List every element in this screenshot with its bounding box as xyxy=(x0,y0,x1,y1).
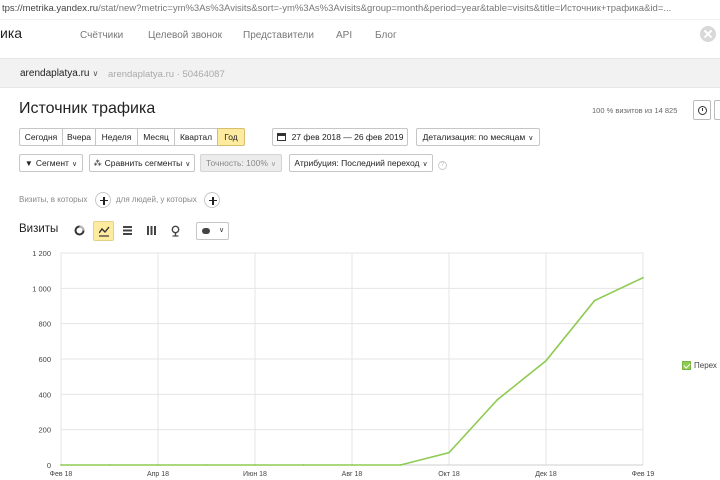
top-navigation: ика Счётчики Целевой звонок Представител… xyxy=(0,22,720,50)
legend-series-label: Перех xyxy=(694,361,717,370)
url-host: tps://metrika.yandex.ru xyxy=(2,3,99,14)
nav-item-representatives[interactable]: Представители xyxy=(243,30,314,41)
visits-chart: 0 200 400 600 800 1 000 1 200 Фев 18 Апр 18 Июн 1… xyxy=(32,249,655,478)
pie-chart-icon[interactable] xyxy=(69,221,90,241)
history-button[interactable] xyxy=(693,100,711,120)
filter-icon: ▼ xyxy=(24,159,33,168)
add-visit-filter-plus-icon[interactable] xyxy=(95,192,111,208)
attribution-label: Атрибуция: Последний переход xyxy=(294,158,420,168)
compare-segments-button[interactable]: ⁂ Сравнить сегменты ∨ xyxy=(89,154,195,172)
chart-legend[interactable]: Перех xyxy=(682,361,717,370)
data-point xyxy=(448,451,450,454)
clock-icon xyxy=(698,106,707,115)
data-point xyxy=(254,464,256,466)
date-range-label: 27 фев 2018 — 26 фев 2019 xyxy=(291,132,404,142)
detail-dropdown[interactable]: Детализация: по месяцам ∨ xyxy=(416,128,540,146)
sampling-note: 100 % визитов из 14 825 xyxy=(592,106,678,115)
nav-item-counters[interactable]: Счётчики xyxy=(80,30,123,41)
period-button-2[interactable]: Неделя xyxy=(95,128,138,146)
line-chart-icon[interactable] xyxy=(93,221,114,241)
y-tick-label: 600 xyxy=(38,355,51,364)
date-range-button[interactable]: 27 фев 2018 — 26 фев 2019 xyxy=(272,128,408,146)
address-bar[interactable]: tps://metrika.yandex.ru/stat/new?metric=… xyxy=(0,0,720,20)
site-bar: arendaplatya.ru ∨ arendaplatya.ru · 50464… xyxy=(0,58,720,88)
x-tick-label: Апр 18 xyxy=(147,471,169,478)
x-tick-label: Дек 18 xyxy=(535,471,557,478)
y-tick-label: 1 000 xyxy=(32,284,51,293)
y-tick-label: 1 200 xyxy=(32,249,51,258)
y-tick-label: 400 xyxy=(38,390,51,399)
chevron-down-icon: ∨ xyxy=(92,69,99,78)
x-tick-label: Июн 18 xyxy=(243,471,267,478)
chart-section-title: Визиты xyxy=(19,223,59,235)
chevron-down-icon: ∨ xyxy=(270,161,277,168)
site-selector[interactable]: arendaplatya.ru ∨ xyxy=(20,68,98,79)
accuracy-label: Точность: 100% xyxy=(205,158,268,168)
period-button-3[interactable]: Месяц xyxy=(137,128,175,146)
segment-button[interactable]: ▼ Сегмент ∨ xyxy=(19,154,83,172)
attribution-dropdown[interactable]: Атрибуция: Последний переход ∨ xyxy=(289,154,433,172)
area-chart-icon[interactable] xyxy=(117,221,138,241)
data-point xyxy=(351,464,353,466)
people-filter-label: для людей, у которых xyxy=(116,195,197,204)
map-pin-icon[interactable] xyxy=(165,221,186,241)
brand-logo: ика xyxy=(0,25,23,41)
x-tick-label: Окт 18 xyxy=(438,471,460,478)
nav-item-api[interactable]: API xyxy=(336,30,352,41)
y-tick-label: 200 xyxy=(38,426,51,435)
add-people-filter-plus-icon[interactable] xyxy=(204,192,220,208)
data-point xyxy=(108,464,111,466)
comments-dropdown[interactable]: ∨ xyxy=(196,222,229,240)
segments-icon: ⁂ xyxy=(93,159,102,168)
data-point xyxy=(157,464,159,466)
data-point xyxy=(205,464,208,466)
x-tick-label: Фев 18 xyxy=(50,471,73,478)
data-point xyxy=(642,276,644,279)
chevron-down-icon: ∨ xyxy=(422,161,428,168)
data-point xyxy=(545,359,547,362)
chevron-down-icon: ∨ xyxy=(185,161,191,168)
counter-info: arendaplatya.ru · 50464087 xyxy=(108,69,225,80)
compare-label: Сравнить сегменты xyxy=(104,158,183,168)
x-tick-label: Авг 18 xyxy=(342,471,363,478)
site-selector-label: arendaplatya.ru xyxy=(20,68,90,79)
period-button-5[interactable]: Год xyxy=(217,128,245,146)
data-point xyxy=(302,464,305,466)
accuracy-dropdown[interactable]: Точность: 100% ∨ xyxy=(200,154,282,172)
data-point xyxy=(593,299,596,302)
period-button-0[interactable]: Сегодня xyxy=(19,128,63,146)
close-icon[interactable] xyxy=(700,26,716,42)
comment-icon xyxy=(202,228,210,234)
page-title: Источник трафика xyxy=(19,100,156,117)
chevron-down-icon: ∨ xyxy=(71,161,78,168)
detail-label: Детализация: по месяцам xyxy=(422,132,526,142)
segment-label: Сегмент xyxy=(35,158,69,168)
nav-item-call-tracking[interactable]: Целевой звонок xyxy=(148,30,222,41)
period-button-4[interactable]: Квартал xyxy=(174,128,218,146)
visits-filter-label: Визиты, в которых xyxy=(19,195,88,204)
y-tick-label: 800 xyxy=(38,320,51,329)
data-point xyxy=(60,464,62,466)
data-point xyxy=(496,398,499,401)
chevron-down-icon: ∨ xyxy=(528,135,534,142)
calendar-icon xyxy=(276,133,286,141)
bar-chart-icon[interactable] xyxy=(141,221,162,241)
y-tick-label: 0 xyxy=(47,461,51,470)
nav-item-blog[interactable]: Блог xyxy=(375,30,397,41)
help-icon[interactable]: ? xyxy=(438,161,447,170)
checkbox-icon[interactable] xyxy=(682,361,691,370)
data-point xyxy=(399,464,402,466)
more-button[interactable] xyxy=(714,100,720,120)
chevron-down-icon: ∨ xyxy=(219,227,225,234)
period-button-1[interactable]: Вчера xyxy=(62,128,96,146)
url-path: /stat/new?metric=ym%3As%3Avisits&sort=-y… xyxy=(98,3,672,14)
x-tick-label: Фев 19 xyxy=(632,471,655,478)
